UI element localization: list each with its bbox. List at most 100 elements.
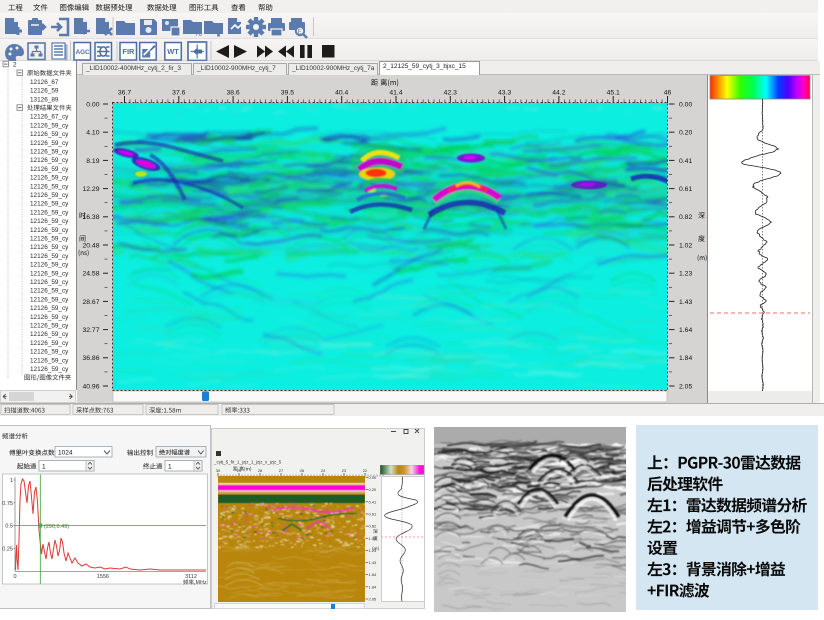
svg-text:12126_59_cy: 12126_59_cy xyxy=(30,192,69,199)
svg-text:1.84: 1.84 xyxy=(369,584,378,589)
svg-text:30: 30 xyxy=(216,468,221,473)
svg-text:1.23: 1.23 xyxy=(369,548,378,553)
svg-text:27: 27 xyxy=(279,468,284,473)
svg-text:1024: 1024 xyxy=(58,450,73,457)
svg-text:12126_59_cy: 12126_59_cy xyxy=(30,140,69,147)
svg-text:1: 1 xyxy=(168,464,172,471)
svg-text:28: 28 xyxy=(258,468,263,473)
svg-text:2: 2 xyxy=(13,62,17,69)
svg-text:12126_59: 12126_59 xyxy=(30,88,59,95)
svg-text:12126_59_cy: 12126_59_cy xyxy=(30,296,69,303)
svg-text:0.25: 0.25 xyxy=(2,546,13,552)
svg-text:12126_67_cy: 12126_67_cy xyxy=(30,114,69,121)
svg-text:12126_59_cy: 12126_59_cy xyxy=(30,357,69,364)
svg-text:_cytj_5_fir_1_jzjz_1_jzjz_x_jz: _cytj_5_fir_1_jzjz_1_jzjz_x_jzjz_5 xyxy=(213,460,282,465)
svg-text:29: 29 xyxy=(237,468,242,473)
svg-text:12126_59_cy: 12126_59_cy xyxy=(30,201,69,208)
svg-text:32.77: 32.77 xyxy=(82,327,99,334)
svg-text:12126_59_cy: 12126_59_cy xyxy=(30,323,69,330)
svg-text:WT: WT xyxy=(167,47,179,56)
svg-text:40.4: 40.4 xyxy=(335,90,348,97)
svg-text:12126_59_cy: 12126_59_cy xyxy=(30,131,69,138)
svg-text:12126_59_cy: 12126_59_cy xyxy=(30,314,69,321)
svg-text:0: 0 xyxy=(13,574,16,580)
svg-text:E: E xyxy=(298,30,302,36)
svg-text:41.4: 41.4 xyxy=(389,90,402,97)
svg-text:23: 23 xyxy=(342,468,347,473)
svg-text:0.61: 0.61 xyxy=(679,186,692,193)
svg-text:12126_59_cy: 12126_59_cy xyxy=(30,209,69,216)
svg-text:20.48: 20.48 xyxy=(82,242,99,249)
svg-text:16.38: 16.38 xyxy=(82,214,99,221)
svg-text:12.29: 12.29 xyxy=(82,186,99,193)
svg-text:12126_59_cy: 12126_59_cy xyxy=(30,218,69,225)
svg-text:12126_59_cy: 12126_59_cy xyxy=(30,157,69,164)
svg-text:40.96: 40.96 xyxy=(82,383,99,390)
svg-text:0.5: 0.5 xyxy=(5,524,13,530)
svg-text:12126_59_cy: 12126_59_cy xyxy=(30,166,69,173)
svg-text:12126_59_cy: 12126_59_cy xyxy=(30,279,69,286)
svg-text:2.05: 2.05 xyxy=(679,383,692,390)
svg-text:4.10: 4.10 xyxy=(86,130,99,137)
svg-text:36.86: 36.86 xyxy=(82,355,99,362)
svg-text:%: % xyxy=(194,28,202,38)
svg-text:1: 1 xyxy=(10,478,13,484)
svg-text:46: 46 xyxy=(664,90,672,97)
svg-text:44.2: 44.2 xyxy=(552,90,565,97)
svg-text:38.6: 38.6 xyxy=(226,90,239,97)
svg-text:1.64: 1.64 xyxy=(679,327,692,334)
svg-text:12126_59_cy: 12126_59_cy xyxy=(30,331,69,338)
svg-text:45.1: 45.1 xyxy=(607,90,620,97)
svg-text:12126_59_cy: 12126_59_cy xyxy=(30,305,69,312)
svg-text:12126_59_cy: 12126_59_cy xyxy=(30,149,69,156)
svg-text:24: 24 xyxy=(321,468,326,473)
svg-text:0.61: 0.61 xyxy=(369,511,378,516)
svg-text:0.82: 0.82 xyxy=(369,524,378,529)
svg-text:1.23: 1.23 xyxy=(679,271,692,278)
svg-text:2.05: 2.05 xyxy=(369,597,378,602)
svg-text:43.3: 43.3 xyxy=(498,90,511,97)
svg-text:12126_59_cy: 12126_59_cy xyxy=(30,349,69,356)
svg-text:0.82: 0.82 xyxy=(679,214,692,221)
svg-text:12126_59_cy: 12126_59_cy xyxy=(30,244,69,251)
svg-text:12126_59_cy: 12126_59_cy xyxy=(30,262,69,269)
svg-text:12126_59_cy: 12126_59_cy xyxy=(30,175,69,182)
svg-text:12126_59_cy: 12126_59_cy xyxy=(30,183,69,190)
svg-text:26: 26 xyxy=(300,468,305,473)
svg-text:1.84: 1.84 xyxy=(679,355,692,362)
svg-text:(290,0.49): (290,0.49) xyxy=(44,524,69,530)
svg-text:1: 1 xyxy=(42,464,46,471)
svg-text:8.19: 8.19 xyxy=(86,158,99,165)
svg-text:0.75: 0.75 xyxy=(2,501,13,507)
svg-text:FIR: FIR xyxy=(122,47,135,56)
svg-text:12126_59_cy: 12126_59_cy xyxy=(30,122,69,129)
svg-text:12126_59_cy: 12126_59_cy xyxy=(30,270,69,277)
svg-text:22: 22 xyxy=(363,468,368,473)
svg-text:3112: 3112 xyxy=(185,574,197,580)
svg-text:39.5: 39.5 xyxy=(281,90,294,97)
svg-text:1.43: 1.43 xyxy=(679,299,692,306)
svg-text:28.67: 28.67 xyxy=(82,299,99,306)
svg-text:12126_59_cy: 12126_59_cy xyxy=(30,227,69,234)
svg-text:AGC: AGC xyxy=(76,49,90,56)
svg-text:0.00: 0.00 xyxy=(86,101,99,108)
svg-text:0.20: 0.20 xyxy=(369,487,378,492)
svg-text:0.00: 0.00 xyxy=(679,101,692,108)
svg-text:1556: 1556 xyxy=(97,574,109,580)
svg-text:42.3: 42.3 xyxy=(444,90,457,97)
svg-text:12126_59_cy: 12126_59_cy xyxy=(30,340,69,347)
svg-text:37.6: 37.6 xyxy=(172,90,185,97)
svg-text:0.00: 0.00 xyxy=(369,475,378,480)
svg-text:24.58: 24.58 xyxy=(82,271,99,278)
svg-text:1.02: 1.02 xyxy=(679,242,692,249)
svg-text:13126_89: 13126_89 xyxy=(30,96,59,103)
svg-text:1.64: 1.64 xyxy=(369,572,378,577)
svg-text:36.7: 36.7 xyxy=(118,90,131,97)
svg-text:0.20: 0.20 xyxy=(679,130,692,137)
svg-text:12126_59_cy: 12126_59_cy xyxy=(30,366,69,373)
svg-text:0.41: 0.41 xyxy=(679,158,692,165)
svg-text:12126_67: 12126_67 xyxy=(30,79,59,86)
svg-text:0.41: 0.41 xyxy=(369,499,378,504)
svg-text:12126_59_cy: 12126_59_cy xyxy=(30,253,69,260)
svg-text:1.43: 1.43 xyxy=(369,560,378,565)
